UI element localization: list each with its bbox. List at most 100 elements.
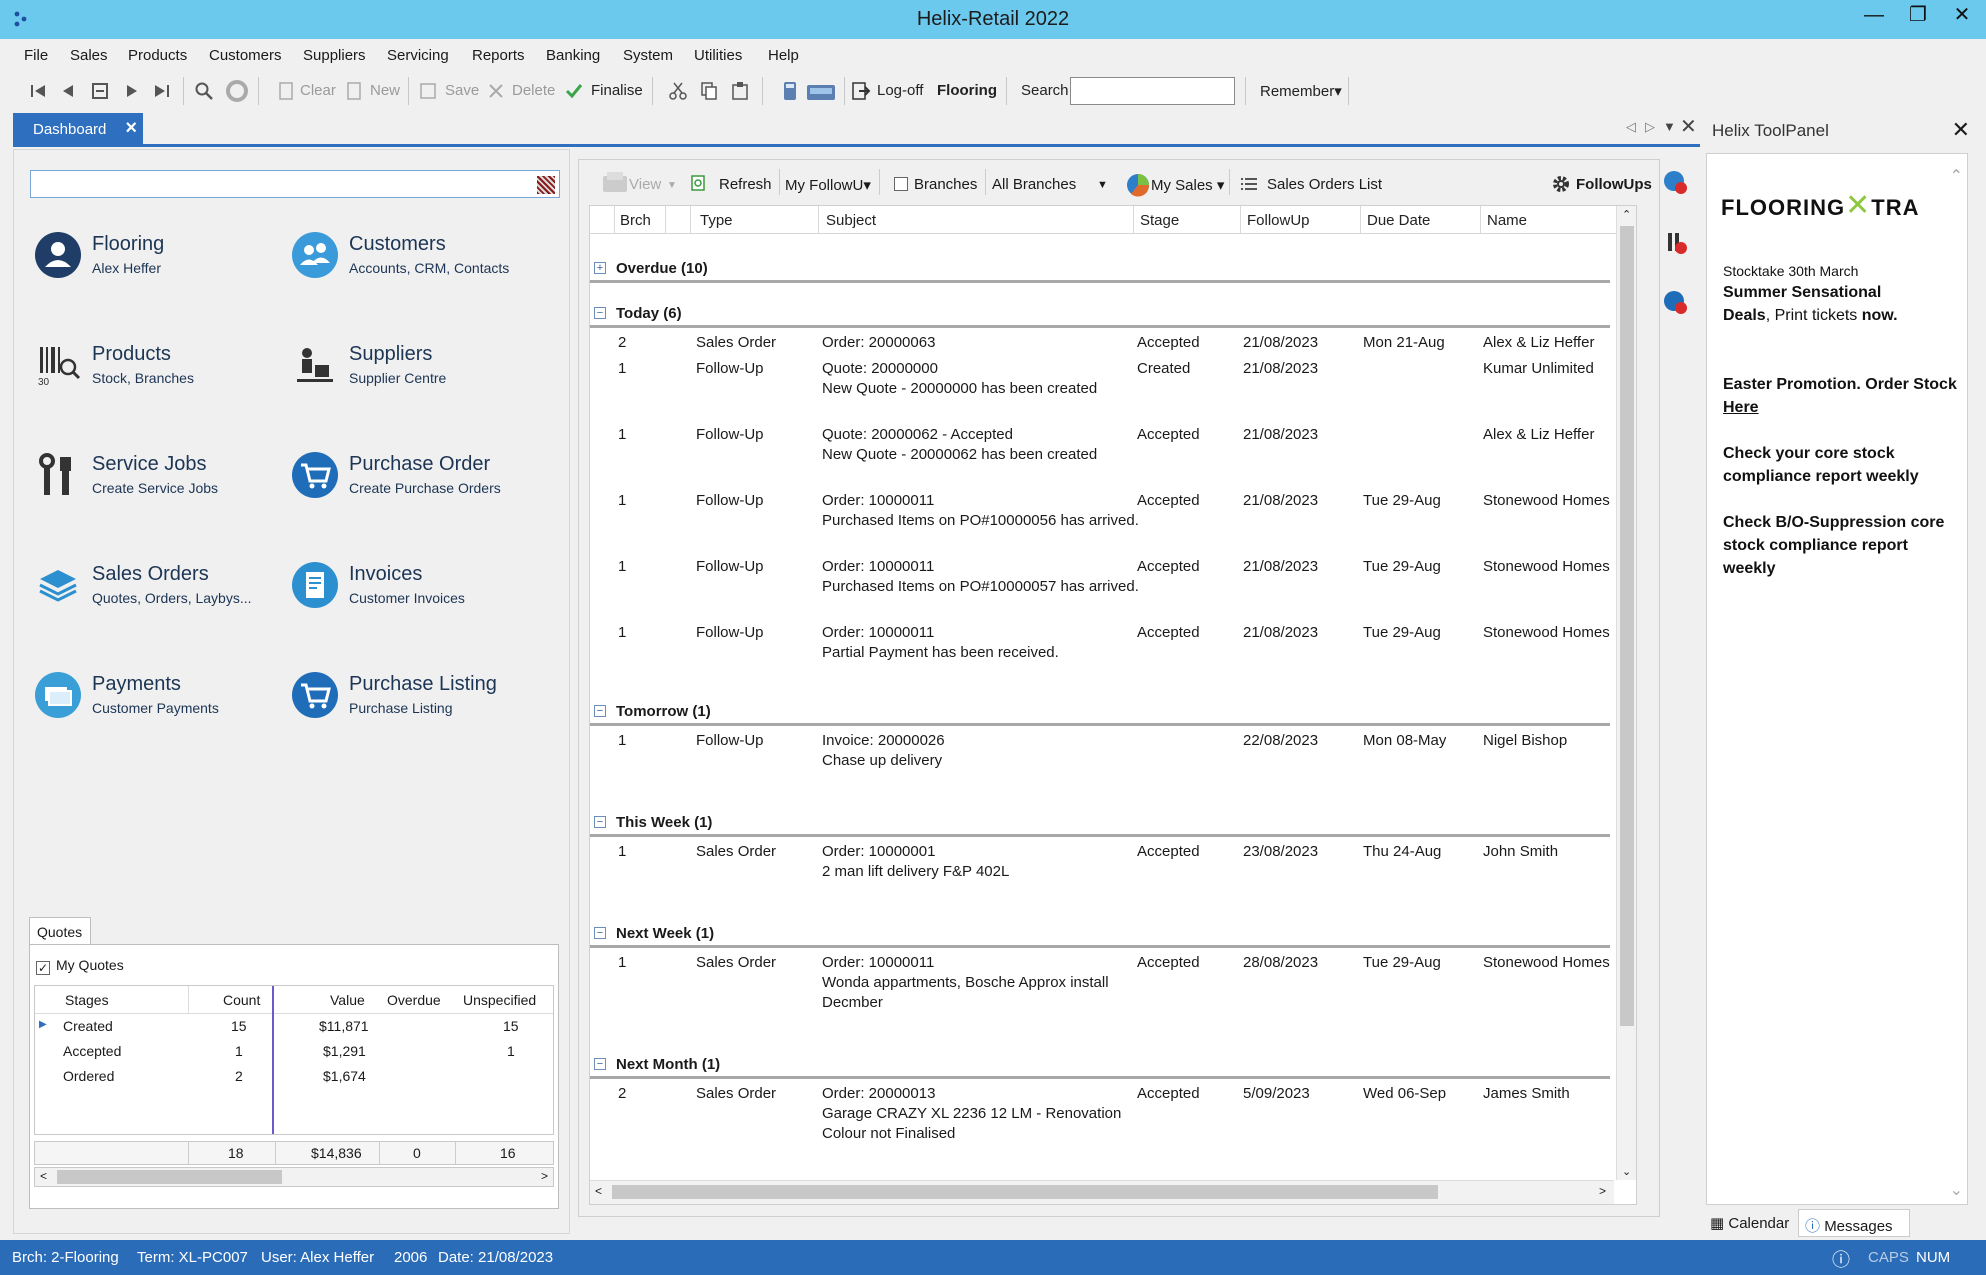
menu-sales[interactable]: Sales [70, 47, 108, 64]
last-record-icon[interactable] [152, 81, 172, 101]
column-header-name[interactable]: Name [1487, 212, 1527, 229]
scroll-thumb[interactable] [57, 1170, 282, 1184]
refresh-doc-icon[interactable] [691, 175, 705, 191]
log-off-button[interactable]: Log-off [877, 82, 923, 99]
column-header[interactable]: Overdue [387, 992, 441, 1008]
view-dropdown-icon[interactable]: ▼ [667, 180, 677, 191]
scanner-icon[interactable] [806, 81, 836, 101]
column-header-due-date[interactable]: Due Date [1367, 212, 1430, 229]
group-tomorrow[interactable]: −Tomorrow (1) [590, 701, 1610, 727]
clear-icon[interactable] [276, 81, 296, 101]
tile-payments[interactable]: Payments Customer Payments [34, 667, 284, 727]
grid-horizontal-scrollbar[interactable]: < > [590, 1180, 1614, 1204]
gear-icon[interactable] [1551, 174, 1571, 194]
tab-scroll-right-icon[interactable]: ▷ [1645, 119, 1655, 135]
view-button[interactable]: View [629, 176, 661, 193]
finalise-button[interactable]: Finalise [591, 82, 643, 99]
scroll-up-icon[interactable]: ⌃ [1950, 166, 1963, 186]
log-off-icon[interactable] [851, 81, 871, 101]
previous-record-icon[interactable] [58, 81, 78, 101]
tile-customers[interactable]: Customers Accounts, CRM, Contacts [291, 227, 541, 287]
finalise-check-icon[interactable] [564, 81, 584, 101]
tab-dashboard[interactable]: Dashboard × [13, 113, 143, 144]
calculator-icon[interactable] [780, 81, 800, 101]
followup-row[interactable]: 1 Follow-Up Order: 10000011 Partial Paym… [590, 620, 1610, 670]
first-record-icon[interactable] [28, 81, 48, 101]
menu-help[interactable]: Help [768, 47, 799, 64]
menu-products[interactable]: Products [128, 47, 187, 64]
search-icon[interactable] [194, 81, 214, 101]
maximize-button[interactable]: ❐ [1896, 2, 1940, 28]
collapse-icon[interactable]: − [594, 927, 606, 939]
followup-row[interactable]: 1 Follow-Up Order: 10000011 Purchased It… [590, 554, 1610, 604]
tab-quotes[interactable]: Quotes [29, 917, 91, 945]
menu-customers[interactable]: Customers [209, 47, 282, 64]
sales-orders-list-button[interactable]: Sales Orders List [1267, 176, 1382, 193]
collapse-icon[interactable]: − [594, 705, 606, 717]
column-header-followup[interactable]: FollowUp [1247, 212, 1310, 229]
list-record-icon[interactable] [90, 81, 110, 101]
service-alert-icon[interactable] [1662, 229, 1688, 255]
close-tab-icon[interactable]: × [125, 117, 137, 140]
delete-button[interactable]: Delete [512, 82, 555, 99]
column-header[interactable]: Unspecified [463, 992, 536, 1008]
menu-suppliers[interactable]: Suppliers [303, 47, 366, 64]
expand-icon[interactable]: + [594, 262, 606, 274]
scroll-down-icon[interactable]: ⌄ [1950, 1180, 1963, 1200]
tab-scroll-left-icon[interactable]: ◁ [1626, 119, 1636, 135]
menu-servicing[interactable]: Servicing [387, 47, 449, 64]
tile-products[interactable]: 30 Products Stock, Branches [34, 337, 284, 397]
collapse-icon[interactable]: − [594, 816, 606, 828]
delete-icon[interactable] [486, 81, 506, 101]
column-header-type[interactable]: Type [700, 212, 733, 229]
my-followups-dropdown[interactable]: My FollowU▾ [785, 176, 871, 194]
tab-messages[interactable]: ⓘ Messages [1798, 1209, 1910, 1237]
followup-row[interactable]: 1 Sales Order Order: 10000001 2 man lift… [590, 839, 1610, 889]
tab-calendar[interactable]: ▦ Calendar [1704, 1209, 1796, 1237]
new-icon[interactable] [344, 81, 364, 101]
tile-invoices[interactable]: Invoices Customer Invoices [291, 557, 541, 617]
new-button[interactable]: New [370, 82, 400, 99]
close-window-button[interactable]: ✕ [1940, 2, 1984, 28]
scroll-down-icon[interactable]: ⌄ [1622, 1165, 1631, 1178]
scroll-right-icon[interactable]: > [1599, 1184, 1606, 1198]
followup-row[interactable]: 1 Follow-Up Order: 10000011 Purchased It… [590, 488, 1610, 538]
close-tool-panel-icon[interactable]: ✕ [1952, 117, 1970, 143]
menu-file[interactable]: File [24, 47, 48, 64]
refresh-icon[interactable] [224, 78, 250, 104]
purchase-alert-icon[interactable] [1662, 289, 1688, 315]
here-link[interactable]: Here [1723, 399, 1759, 416]
followup-row[interactable]: 2 Sales Order Order: 20000013 Garage CRA… [590, 1081, 1610, 1151]
collapse-icon[interactable]: − [594, 1058, 606, 1070]
scroll-left-icon[interactable]: < [40, 1169, 47, 1183]
view-icon[interactable] [601, 170, 629, 194]
scroll-thumb[interactable] [612, 1185, 1438, 1199]
group-today[interactable]: −Today (6) [590, 303, 1610, 329]
minimize-button[interactable]: — [1852, 2, 1896, 28]
scroll-thumb[interactable] [1620, 226, 1634, 1026]
group-this-week[interactable]: −This Week (1) [590, 812, 1610, 838]
cut-icon[interactable] [668, 81, 688, 101]
followup-row[interactable]: 1 Follow-Up Quote: 20000062 - Accepted N… [590, 422, 1610, 472]
save-icon[interactable] [418, 81, 438, 101]
remember-dropdown[interactable]: Remember▾ [1260, 82, 1342, 100]
column-header-brch[interactable]: Brch [620, 212, 651, 229]
tile-sales-orders[interactable]: Sales Orders Quotes, Orders, Laybys... [34, 557, 284, 617]
quotes-horizontal-scrollbar[interactable]: < > [34, 1167, 554, 1187]
close-all-tabs-icon[interactable]: ✕ [1680, 114, 1697, 139]
tile-service-jobs[interactable]: Service Jobs Create Service Jobs [34, 447, 284, 507]
followups-alert-icon[interactable] [1662, 169, 1688, 195]
my-quotes-toggle[interactable]: ✓My Quotes [36, 957, 124, 975]
tab-list-icon[interactable]: ▼ [1663, 119, 1676, 134]
column-header[interactable]: Count [223, 992, 260, 1008]
clear-search-icon[interactable] [537, 176, 555, 194]
menu-system[interactable]: System [623, 47, 673, 64]
scroll-up-icon[interactable]: ⌃ [1622, 208, 1631, 221]
scroll-right-icon[interactable]: > [541, 1169, 548, 1183]
paste-icon[interactable] [730, 81, 750, 101]
menu-banking[interactable]: Banking [546, 47, 600, 64]
followup-row[interactable]: 1 Sales Order Order: 10000011 Wonda appa… [590, 950, 1610, 1020]
branches-checkbox[interactable] [894, 177, 908, 191]
refresh-button[interactable]: Refresh [719, 176, 772, 193]
scroll-left-icon[interactable]: < [595, 1184, 602, 1198]
